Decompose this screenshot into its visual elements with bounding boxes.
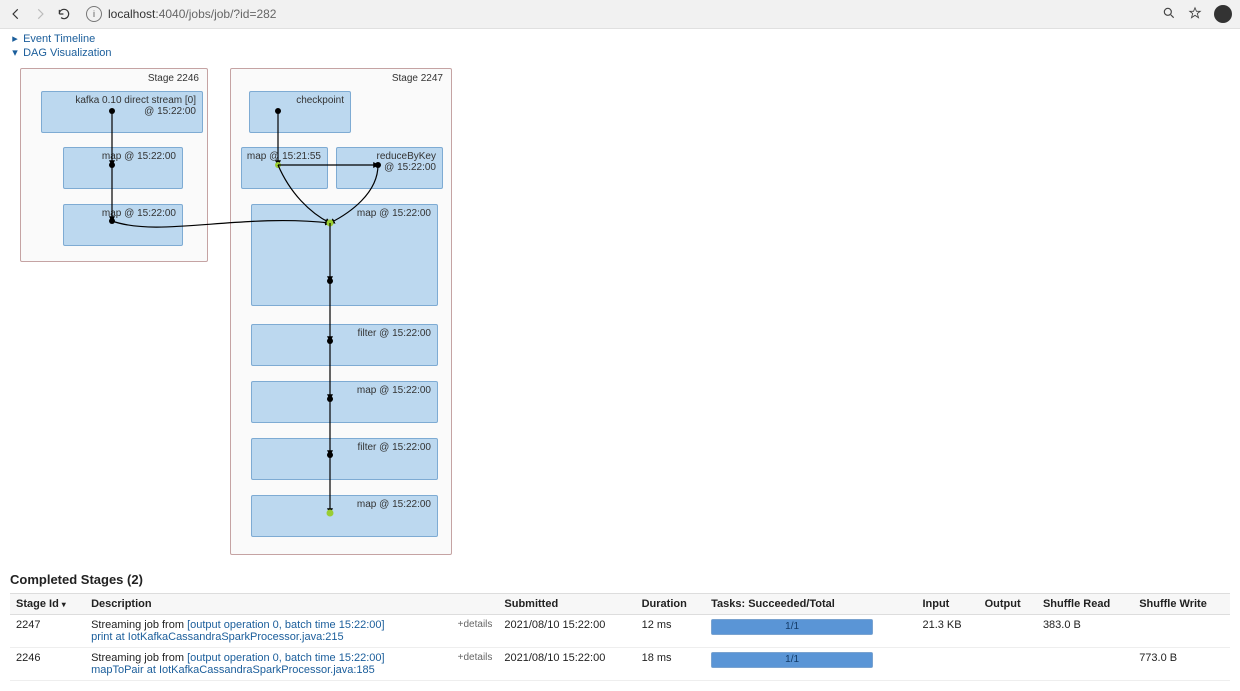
progress-bar: 1/1 [711,619,873,635]
rdd-rbk-label1: reduceByKey [377,151,436,162]
stage-title-2247: Stage 2247 [392,73,443,84]
desc-prefix: Streaming job from [91,619,187,631]
url-port: :4040 [155,7,185,21]
progress-text: 1/1 [712,653,872,667]
col-input[interactable]: Input [916,594,978,615]
cell-shuffle-read: 383.0 B [1037,615,1133,648]
caret-right-icon: ▸ [10,32,20,45]
cell-output [979,615,1037,648]
sort-caret-icon: ▾ [62,600,66,609]
caret-down-icon: ▾ [10,46,20,59]
table-row: 2246 Streaming job from [output operatio… [10,648,1230,681]
col-shuffle-write[interactable]: Shuffle Write [1133,594,1230,615]
rdd-map-r3[interactable]: map @ 15:22:00 [251,495,438,537]
stage-title-2246: Stage 2246 [148,73,199,84]
cell-tasks: 1/1 [705,615,916,648]
rdd-checkpoint[interactable]: checkpoint [249,91,351,133]
cell-submitted: 2021/08/10 15:22:00 [498,615,635,648]
profile-avatar[interactable] [1214,5,1232,23]
cell-stage-id: 2247 [10,615,85,648]
completed-stages-title: Completed Stages (2) [10,572,1230,587]
zoom-icon[interactable] [1162,6,1176,23]
desc-link[interactable]: [output operation 0, batch time 15:22:00… [187,652,385,664]
url-path: /jobs/job/?id=282 [185,7,276,21]
progress-text: 1/1 [712,620,872,634]
details-link[interactable]: +details [458,619,493,630]
table-header-row: Stage Id▾ Description Submitted Duration… [10,594,1230,615]
col-output[interactable]: Output [979,594,1037,615]
cell-stage-id: 2246 [10,648,85,681]
back-icon[interactable] [8,6,24,22]
rdd-map-l1[interactable]: map @ 15:22:00 [63,147,183,189]
cell-shuffle-read [1037,648,1133,681]
rdd-map-l2[interactable]: map @ 15:22:00 [63,204,183,246]
col-stage-id[interactable]: Stage Id▾ [10,594,85,615]
url-bar[interactable]: i localhost:4040/jobs/job/?id=282 [80,4,1154,24]
rdd-rbk-label2: @ 15:22:00 [384,162,436,173]
rdd-checkpoint-label: checkpoint [296,95,344,106]
cell-description: Streaming job from [output operation 0, … [85,615,498,648]
col-tasks[interactable]: Tasks: Succeeded/Total [705,594,916,615]
rdd-kafka-stream[interactable]: kafka 0.10 direct stream [0] @ 15:22:00 [41,91,203,133]
event-timeline-label: Event Timeline [23,33,95,45]
rdd-map-r1-label: map @ 15:22:00 [357,208,431,219]
cell-submitted: 2021/08/10 15:22:00 [498,648,635,681]
table-row: 2247 Streaming job from [output operatio… [10,615,1230,648]
dag-viz-toggle[interactable]: ▾ DAG Visualization [10,46,1230,59]
forward-icon[interactable] [32,6,48,22]
rdd-map-r1[interactable]: map @ 15:22:00 [251,204,438,306]
cell-output [979,648,1037,681]
col-submitted[interactable]: Submitted [498,594,635,615]
cell-input [916,648,978,681]
rdd-filter-r2-label: filter @ 15:22:00 [357,442,431,453]
rdd-map-l2-label: map @ 15:22:00 [102,208,176,219]
rdd-map-l1-label: map @ 15:22:00 [102,151,176,162]
rdd-filter-r1-label: filter @ 15:22:00 [357,328,431,339]
reload-icon[interactable] [56,6,72,22]
rdd-map-r2-label: map @ 15:22:00 [357,385,431,396]
rdd-filter-r2[interactable]: filter @ 15:22:00 [251,438,438,480]
progress-bar: 1/1 [711,652,873,668]
rdd-kafka-label2: @ 15:22:00 [144,106,196,117]
star-icon[interactable] [1188,6,1202,23]
desc-line2[interactable]: mapToPair at IotKafkaCassandraSparkProce… [91,664,375,676]
event-timeline-toggle[interactable]: ▸ Event Timeline [10,32,1230,45]
dag-visualization: Stage 2246 kafka 0.10 direct stream [0] … [10,63,470,558]
cell-duration: 18 ms [636,648,706,681]
browser-bar: i localhost:4040/jobs/job/?id=282 [0,0,1240,29]
rdd-kafka-label1: kafka 0.10 direct stream [0] [75,95,196,106]
url-host: localhost [108,7,155,21]
cell-tasks: 1/1 [705,648,916,681]
col-shuffle-read[interactable]: Shuffle Read [1037,594,1133,615]
cell-description: Streaming job from [output operation 0, … [85,648,498,681]
completed-stages-table: Stage Id▾ Description Submitted Duration… [10,593,1230,681]
site-info-icon[interactable]: i [86,6,102,22]
cell-shuffle-write [1133,615,1230,648]
stage-box-2246: Stage 2246 kafka 0.10 direct stream [0] … [20,68,208,262]
cell-duration: 12 ms [636,615,706,648]
desc-prefix: Streaming job from [91,652,187,664]
page-content: ▸ Event Timeline ▾ DAG Visualization Sta… [0,29,1240,691]
rdd-filter-r1[interactable]: filter @ 15:22:00 [251,324,438,366]
col-duration[interactable]: Duration [636,594,706,615]
col-description[interactable]: Description [85,594,498,615]
rdd-map-r2[interactable]: map @ 15:22:00 [251,381,438,423]
rdd-map-r0-label: map @ 15:21:55 [247,151,321,162]
stage-box-2247: Stage 2247 checkpoint map @ 15:21:55 red… [230,68,452,555]
rdd-reducebykey[interactable]: reduceByKey @ 15:22:00 [336,147,443,189]
desc-line2[interactable]: print at IotKafkaCassandraSparkProcessor… [91,631,344,643]
cell-input: 21.3 KB [916,615,978,648]
rdd-map-r3-label: map @ 15:22:00 [357,499,431,510]
dag-viz-label: DAG Visualization [23,47,111,59]
cell-shuffle-write: 773.0 B [1133,648,1230,681]
details-link[interactable]: +details [458,652,493,663]
rdd-map-r0[interactable]: map @ 15:21:55 [241,147,328,189]
desc-link[interactable]: [output operation 0, batch time 15:22:00… [187,619,385,631]
